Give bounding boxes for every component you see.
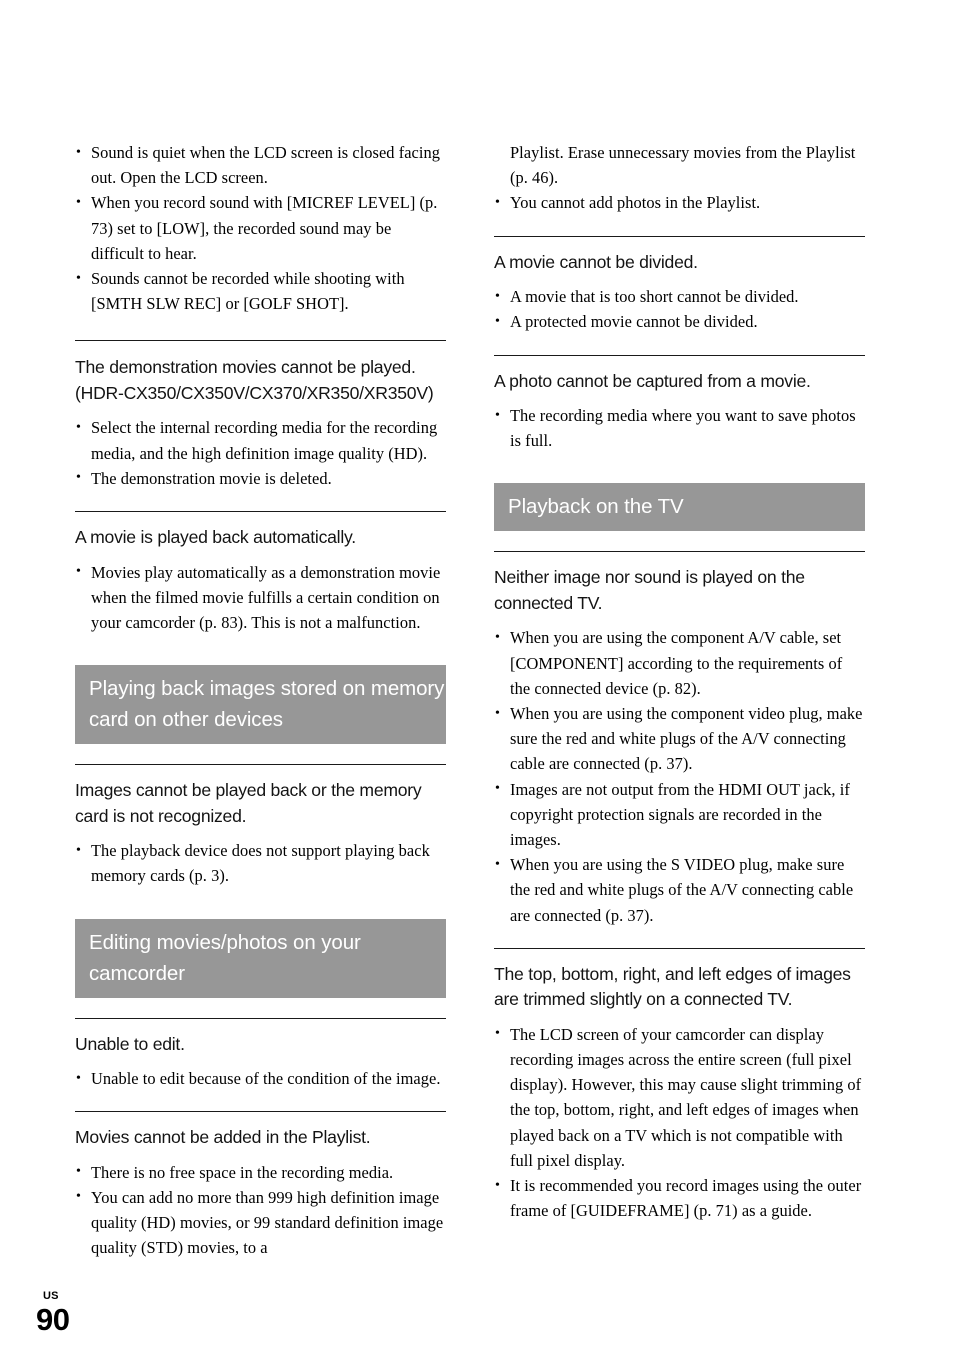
banner-playback-on-tv: Playback on the TV — [494, 483, 865, 532]
continuation-paragraph: Playlist. Erase unnecessary movies from … — [510, 143, 856, 188]
section-divider — [75, 764, 446, 766]
banner-editing-movies-photos: Editing movies/photos on your camcorder — [75, 918, 446, 998]
list-item: When you are using the component video p… — [494, 701, 865, 777]
heading-playlist-add: Movies cannot be added in the Playlist. — [75, 1127, 371, 1148]
section-divider — [494, 354, 865, 356]
document-page: Sound is quiet when the LCD screen is cl… — [0, 0, 954, 1357]
list-item: A protected movie cannot be divided. — [494, 309, 865, 334]
list-item: There is no free space in the recording … — [75, 1159, 446, 1185]
list-item: When you are using the S VIDEO plug, mak… — [494, 852, 865, 928]
heading-unable-to-edit: Unable to edit. — [75, 1033, 185, 1054]
list-item: The playback device does not support pla… — [75, 838, 446, 888]
list-item: When you record sound with [MICREF LEVEL… — [75, 190, 446, 266]
trimmed-edges-bullet-list: The LCD screen of your camcorder can dis… — [494, 1021, 865, 1224]
list-item: It is recommended you record images usin… — [494, 1173, 865, 1223]
section-divider — [75, 1111, 446, 1113]
list-item: You can add no more than 999 high defini… — [75, 1184, 446, 1261]
heading-demo-movies: The demonstration movies cannot be playe… — [75, 357, 434, 403]
section-divider — [75, 511, 446, 513]
divide-bullet-list: A movie that is too short cannot be divi… — [494, 284, 865, 335]
section-divider — [494, 551, 865, 553]
list-item: The LCD screen of your camcorder can dis… — [494, 1021, 865, 1173]
page-number: 90 — [36, 1302, 70, 1337]
heading-movie-cannot-be-divided: A movie cannot be divided. — [494, 251, 698, 272]
right-column: Playlist. Erase unnecessary movies from … — [494, 140, 865, 1223]
heading-no-image-nor-sound: Neither image nor sound is played on the… — [494, 567, 805, 613]
auto-playback-bullet-list: Movies play automatically as a demonstra… — [75, 559, 446, 636]
heading-trimmed-edges: The top, bottom, right, and left edges o… — [494, 963, 851, 1010]
memory-card-bullet-list: The playback device does not support pla… — [75, 838, 446, 888]
list-item: The demonstration movie is deleted. — [75, 465, 446, 491]
list-item: You cannot add photos in the Playlist. — [494, 190, 865, 215]
banner-memory-card-playback: Playing back images stored on memory car… — [75, 665, 446, 745]
page-folio: US 90 — [36, 1290, 70, 1337]
section-divider — [494, 947, 865, 949]
list-item: Sound is quiet when the LCD screen is cl… — [75, 139, 446, 190]
list-item: Movies play automatically as a demonstra… — [75, 559, 446, 636]
heading-memory-card-not-recognized: Images cannot be played back or the memo… — [75, 780, 422, 826]
heading-photo-capture: A photo cannot be captured from a movie. — [494, 370, 811, 391]
section-divider — [75, 1017, 446, 1019]
playlist-bullet-list: There is no free space in the recording … — [75, 1159, 446, 1261]
section-divider — [494, 235, 865, 237]
heading-auto-playback: A movie is played back automatically. — [75, 527, 356, 548]
section-divider — [75, 340, 446, 342]
list-item: Sounds cannot be recorded while shooting… — [75, 266, 446, 316]
continuation-bullet-list: You cannot add photos in the Playlist. — [494, 190, 865, 215]
left-column: Sound is quiet when the LCD screen is cl… — [75, 139, 446, 1261]
no-image-sound-bullet-list: When you are using the component A/V cab… — [494, 625, 865, 927]
list-item: Select the internal recording media for … — [75, 415, 446, 465]
list-item: Unable to edit because of the condition … — [75, 1066, 446, 1091]
list-item: Images are not output from the HDMI OUT … — [494, 776, 865, 853]
list-item: The recording media where you want to sa… — [494, 403, 865, 453]
list-item: A movie that is too short cannot be divi… — [494, 284, 865, 309]
photo-capture-bullet-list: The recording media where you want to sa… — [494, 403, 865, 453]
list-item: When you are using the component A/V cab… — [494, 625, 865, 701]
intro-bullet-list: Sound is quiet when the LCD screen is cl… — [75, 139, 446, 316]
locale-code: US — [43, 1290, 59, 1302]
demo-movies-bullet-list: Select the internal recording media for … — [75, 415, 446, 491]
unable-to-edit-bullet-list: Unable to edit because of the condition … — [75, 1066, 446, 1091]
